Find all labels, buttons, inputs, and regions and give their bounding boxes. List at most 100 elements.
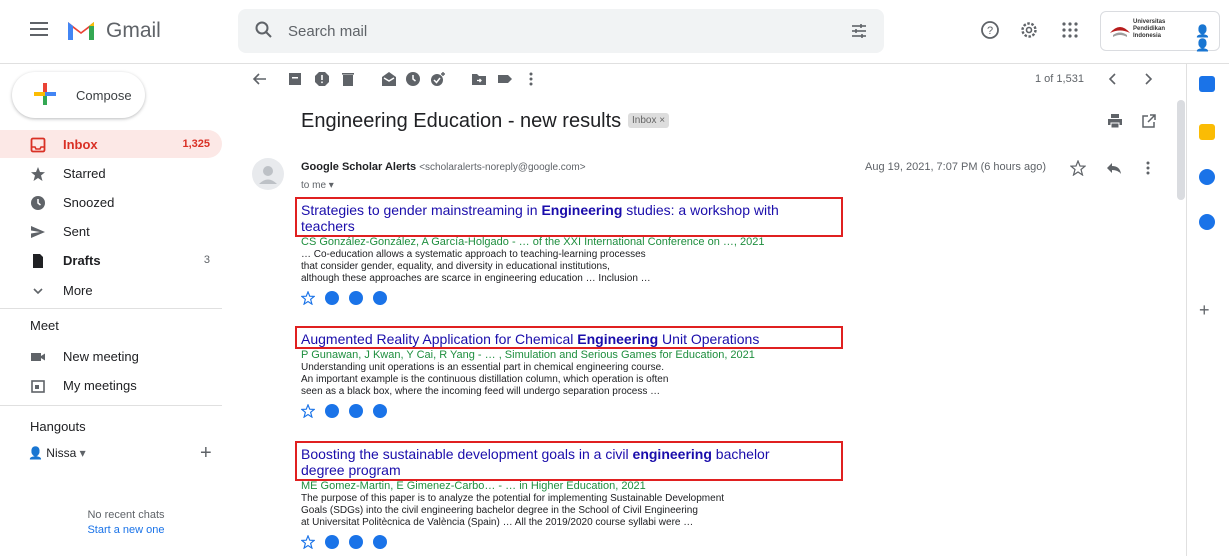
settings-gear-icon[interactable] (1019, 20, 1039, 40)
pagination-text: 1 of 1,531 (1035, 73, 1084, 85)
add-chat-icon[interactable]: + (200, 442, 212, 465)
my-meetings-label: My meetings (63, 378, 137, 393)
scrollbar-thumb[interactable] (1177, 100, 1185, 200)
result-snippet: that consider gender, equality, and dive… (301, 261, 610, 272)
add-to-tasks-icon[interactable] (430, 71, 446, 87)
apps-grid-icon[interactable] (1060, 20, 1080, 40)
keep-app-icon[interactable] (1199, 124, 1215, 140)
my-meetings-item[interactable]: My meetings (0, 371, 222, 399)
save-star-icon[interactable] (300, 534, 316, 554)
twitter-icon[interactable] (325, 404, 339, 423)
sidebar-item-label: More (63, 283, 93, 298)
new-meeting-label: New meeting (63, 349, 139, 364)
share-bar (300, 289, 841, 310)
hangouts-user[interactable]: 👤 Nissa ▾ (28, 446, 86, 460)
back-arrow-icon[interactable] (252, 71, 268, 87)
university-logo-icon (1110, 27, 1130, 37)
result-authors: CS González-González, A García-Holgado -… (301, 236, 765, 248)
tasks-app-icon[interactable] (1199, 169, 1215, 185)
sidebar-item-drafts[interactable]: Drafts 3 (0, 246, 222, 274)
recipient-details[interactable]: to me ▾ (301, 180, 334, 191)
save-star-icon[interactable] (300, 290, 316, 310)
avatar[interactable]: 👤👤 (1195, 24, 1219, 52)
linkedin-icon[interactable] (349, 535, 363, 554)
sidebar-item-sent[interactable]: Sent (0, 217, 222, 245)
more-vertical-icon[interactable] (523, 71, 539, 87)
next-chevron-icon[interactable] (1140, 71, 1156, 87)
star-outline-icon[interactable] (1070, 160, 1086, 176)
org-name-line3: Indonesia (1133, 33, 1162, 39)
add-addon-icon[interactable]: + (1199, 300, 1210, 321)
result-title-link[interactable]: Strategies to gender mainstreaming in En… (301, 202, 841, 234)
start-chat-link[interactable]: Start a new one (56, 524, 196, 536)
divider (0, 308, 222, 309)
open-new-window-icon[interactable] (1141, 113, 1157, 129)
sidebar-item-label: Inbox (63, 137, 98, 152)
help-icon[interactable]: ? (980, 20, 1000, 40)
result-snippet: The purpose of this paper is to analyze … (301, 493, 725, 504)
result-title-link[interactable]: Boosting the sustainable development goa… (301, 446, 841, 478)
sender-avatar[interactable] (252, 158, 284, 190)
share-bar (300, 402, 841, 423)
sidebar-item-inbox[interactable]: Inbox 1,325 (0, 130, 222, 158)
twitter-icon[interactable] (325, 535, 339, 554)
contacts-app-icon[interactable] (1199, 214, 1215, 230)
linkedin-icon[interactable] (349, 291, 363, 310)
calendar-app-icon[interactable] (1199, 76, 1215, 92)
search-options-icon[interactable] (850, 22, 868, 40)
sidebar-item-label: Snoozed (63, 195, 115, 210)
result-item: Augmented Reality Application for Chemic… (300, 331, 841, 423)
search-icon[interactable] (254, 20, 274, 40)
sidebar-item-label: Drafts (63, 253, 101, 268)
message-date: Aug 19, 2021, 7:07 PM (6 hours ago) (865, 161, 1047, 173)
snooze-clock-icon[interactable] (405, 71, 421, 87)
result-title-link[interactable]: Augmented Reality Application for Chemic… (301, 331, 841, 347)
star-icon (31, 167, 45, 181)
facebook-icon[interactable] (373, 291, 387, 310)
title-text: teachers (301, 218, 355, 234)
title-text: Strategies to gender mainstreaming in (301, 202, 542, 218)
person-icon (259, 166, 277, 184)
facebook-icon[interactable] (373, 535, 387, 554)
sender-name[interactable]: Google Scholar Alerts (301, 161, 416, 173)
sidebar-item-more[interactable]: More (0, 276, 222, 304)
print-icon[interactable] (1107, 113, 1123, 129)
archive-icon[interactable] (287, 71, 303, 87)
result-snippet: seen as a black box, where the incoming … (301, 386, 661, 397)
result-snippet: … Co-education allows a systematic appro… (301, 249, 646, 260)
facebook-icon[interactable] (373, 404, 387, 423)
main-menu-icon[interactable] (30, 22, 48, 36)
remove-label-icon[interactable]: × (659, 115, 665, 126)
compose-button[interactable]: Compose (12, 72, 145, 118)
title-text: Boosting the sustainable development goa… (301, 446, 633, 462)
previous-chevron-icon[interactable] (1105, 71, 1121, 87)
unread-count: 1,325 (182, 138, 210, 150)
inbox-icon (30, 137, 46, 153)
inbox-label-chip[interactable]: Inbox × (628, 113, 670, 128)
sidebar-item-snoozed[interactable]: Snoozed (0, 188, 222, 216)
chevron-down-icon[interactable]: ▾ (80, 446, 86, 460)
twitter-icon[interactable] (325, 291, 339, 310)
search-input[interactable]: Search mail (288, 23, 367, 40)
search-bar[interactable]: Search mail (238, 9, 884, 53)
report-spam-icon[interactable] (314, 71, 330, 87)
delete-trash-icon[interactable] (340, 71, 356, 87)
move-to-folder-icon[interactable] (471, 71, 487, 87)
mark-unread-icon[interactable] (381, 71, 397, 87)
linkedin-icon[interactable] (349, 404, 363, 423)
label-tag-icon[interactable] (497, 71, 513, 87)
clock-icon (31, 196, 45, 210)
message-more-vertical-icon[interactable] (1140, 160, 1156, 176)
account-switcher[interactable]: Universitas Pendidikan Indonesia 👤👤 (1100, 11, 1220, 52)
result-snippet: An important example is the continuous d… (301, 374, 669, 385)
gmail-logo-icon[interactable] (66, 18, 96, 42)
divider (0, 405, 222, 406)
title-keyword: Engineering (541, 202, 623, 218)
title-text: degree program (301, 462, 401, 478)
save-star-icon[interactable] (300, 403, 316, 423)
result-snippet: although these approaches are scarce in … (301, 273, 651, 284)
reply-arrow-icon[interactable] (1106, 160, 1122, 176)
new-meeting-item[interactable]: New meeting (0, 342, 222, 370)
sidebar-item-starred[interactable]: Starred (0, 159, 222, 187)
result-snippet: at Universitat Politècnica de València (… (301, 517, 694, 528)
